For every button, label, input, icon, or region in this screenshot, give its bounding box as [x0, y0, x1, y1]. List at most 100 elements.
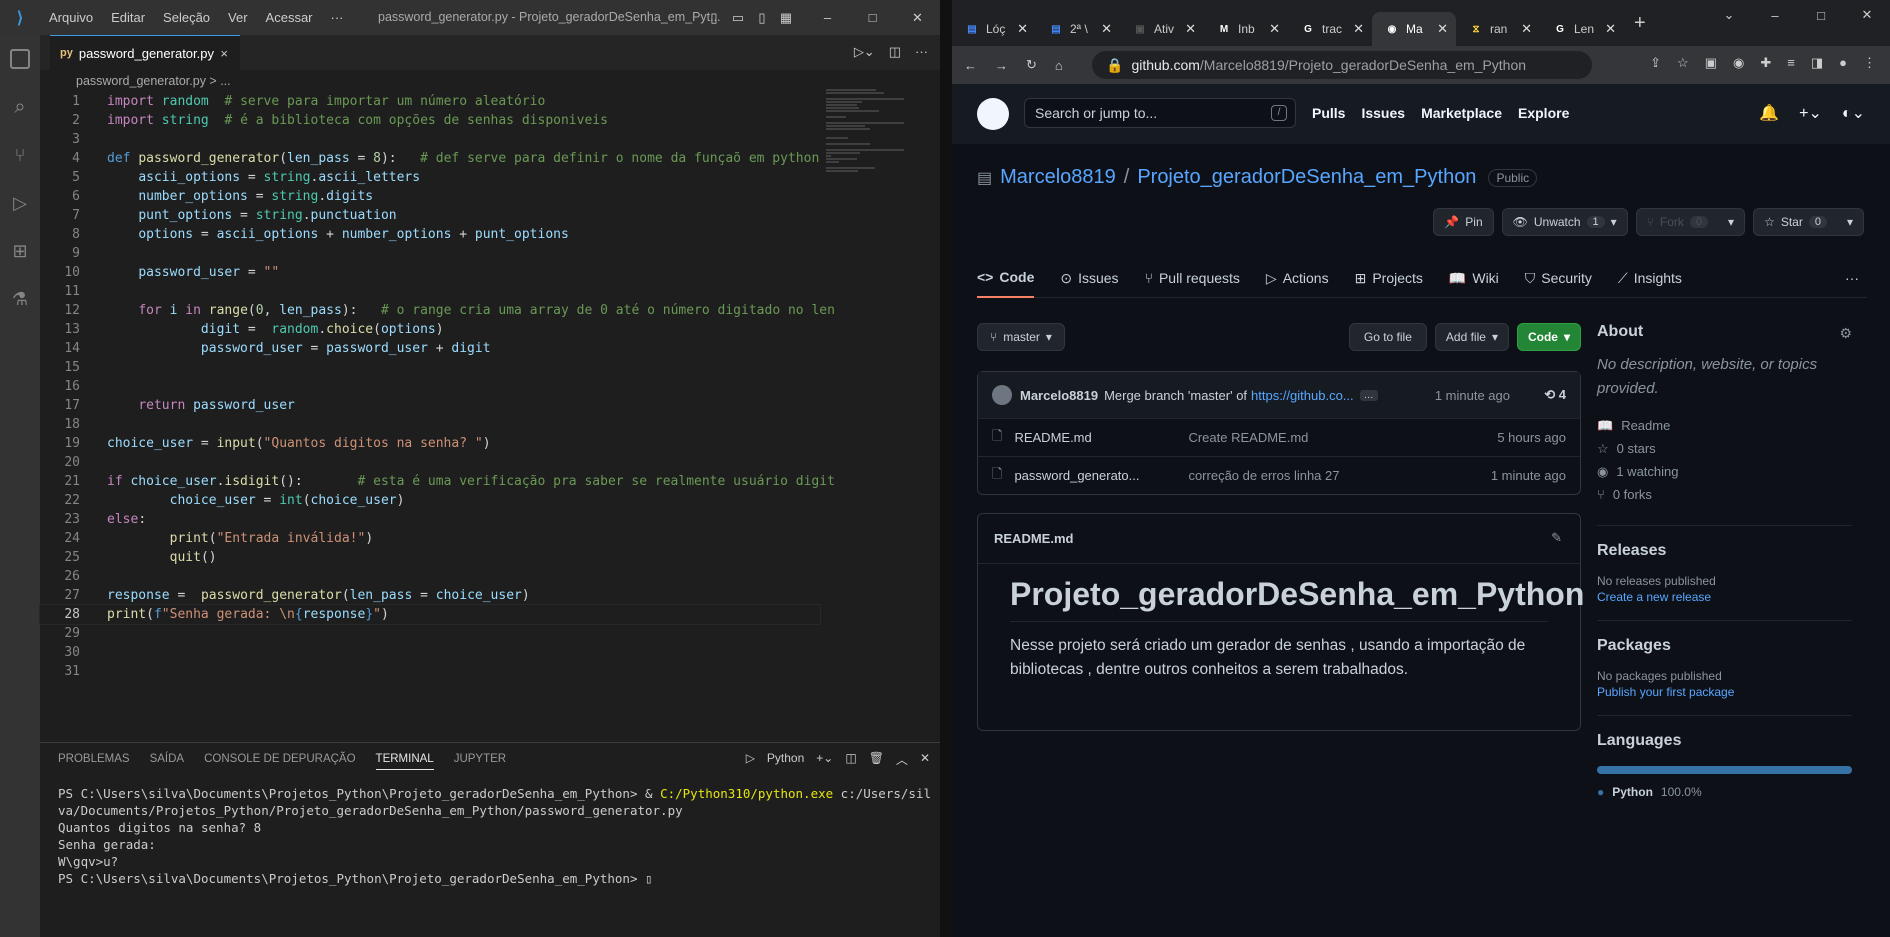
code-line[interactable]: 27 response = password_generator(len_pass… — [40, 586, 820, 605]
source-control-icon[interactable]: ⑂ — [0, 131, 40, 179]
close-tab-icon[interactable]: ✕ — [1269, 21, 1280, 37]
file-commit-msg[interactable]: Create README.md — [1188, 430, 1308, 445]
commit-message[interactable]: Merge branch 'master' of — [1104, 388, 1247, 403]
code-line[interactable]: 4 def password_generator(len_pass = 8): #… — [40, 149, 820, 168]
panel-tab-console[interactable]: CONSOLE DE DEPURAÇÃO — [204, 753, 355, 765]
code-editor[interactable]: 1 import random # serve para importar um … — [39, 92, 835, 742]
file-row[interactable]: 🗋 password_generato... correção de erros… — [978, 456, 1580, 494]
share-icon[interactable]: ⇪ — [1650, 55, 1661, 71]
maximize-icon[interactable]: □ — [850, 10, 895, 25]
browser-tab[interactable]: ◉ Ma ✕ — [1372, 12, 1456, 46]
menu-ver[interactable]: Ver — [219, 10, 257, 25]
code-line[interactable]: 8 options = ascii_options + number_optio… — [40, 225, 820, 244]
pin-button[interactable]: 📌 Pin — [1433, 208, 1494, 236]
code-line[interactable]: 10 password_user = "" — [40, 263, 820, 282]
code-line[interactable]: 23 else: — [40, 510, 820, 529]
code-line[interactable]: 5 ascii_options = string.ascii_letters — [40, 168, 820, 187]
stars-link[interactable]: ☆ 0 stars — [1597, 440, 1852, 457]
url-field[interactable]: 🔒 github.com/Marcelo8819/Projeto_gerador… — [1092, 51, 1592, 79]
home-icon[interactable]: ⌂ — [1055, 58, 1063, 73]
language-item[interactable]: ● Python 100.0% — [1597, 784, 1852, 801]
toggle-sidebar-icon[interactable]: ▯ — [702, 10, 726, 26]
code-line[interactable]: 22 choice_user = int(choice_user) — [40, 491, 820, 510]
close-tab-icon[interactable]: × — [220, 46, 228, 61]
create-new-icon[interactable]: +⌄ — [1799, 103, 1822, 123]
panel-tab-terminal[interactable]: TERMINAL — [375, 753, 434, 770]
close-tab-icon[interactable]: ✕ — [1605, 21, 1616, 37]
browser-tab[interactable]: ⧖ ran ✕ — [1456, 12, 1540, 46]
media-icon[interactable]: ≡ — [1787, 55, 1795, 71]
forks-link[interactable]: ⑂ 0 forks — [1597, 486, 1852, 503]
chrome-menu-icon[interactable]: ⋮ — [1863, 55, 1876, 71]
code-line[interactable]: 11 — [40, 282, 820, 301]
code-line[interactable]: 13 digit = random.choice(options) — [40, 320, 820, 339]
commit-history[interactable]: ⟲ 4 — [1544, 387, 1566, 403]
toggle-secondary-icon[interactable]: ▯ — [750, 10, 774, 26]
code-line[interactable]: 17 return password_user — [40, 396, 820, 415]
extension-1-icon[interactable]: ▣ — [1705, 55, 1717, 71]
reload-icon[interactable]: ↻ — [1026, 57, 1037, 73]
nav-pulls[interactable]: Pulls — [1312, 105, 1345, 121]
tab-wiki[interactable]: 📖 Wiki — [1449, 258, 1499, 298]
tab-pull-requests[interactable]: ⑂ Pull requests — [1145, 258, 1240, 298]
code-line[interactable]: 28 print(f"Senha gerada: \n{response}") — [39, 604, 821, 625]
new-terminal-icon[interactable]: +⌄ — [816, 751, 833, 768]
toggle-panel-icon[interactable]: ▭ — [726, 10, 750, 26]
extensions-icon[interactable]: ⊞ — [0, 227, 40, 275]
close-tab-icon[interactable]: ✕ — [1017, 21, 1028, 37]
more-actions-icon[interactable]: ··· — [915, 44, 928, 60]
code-line[interactable]: 26 — [40, 567, 820, 586]
expand-commit-button[interactable]: … — [1359, 389, 1378, 401]
tab-insights[interactable]: ⟋ Insights — [1618, 258, 1682, 298]
code-line[interactable]: 24 print("Entrada inválida!") — [40, 529, 820, 548]
new-tab-icon[interactable]: + — [1634, 12, 1646, 35]
github-logo-icon[interactable] — [977, 98, 1009, 130]
tab-security[interactable]: ⛉ Security — [1525, 258, 1592, 298]
repo-name-link[interactable]: Projeto_geradorDeSenha_em_Python — [1137, 166, 1476, 189]
menu-arquivo[interactable]: Arquivo — [40, 10, 102, 25]
split-terminal-icon[interactable]: ◫ — [845, 751, 856, 768]
code-line[interactable]: 18 — [40, 415, 820, 434]
publish-package-link[interactable]: Publish your first package — [1597, 685, 1734, 699]
tab-actions[interactable]: ▷ Actions — [1266, 258, 1329, 298]
code-line[interactable]: 30 — [40, 643, 820, 662]
code-line[interactable]: 6 number_options = string.digits — [40, 187, 820, 206]
nav-issues[interactable]: Issues — [1361, 105, 1405, 121]
menu-selecao[interactable]: Seleção — [154, 10, 219, 25]
pencil-icon[interactable]: ✎ — [1551, 530, 1562, 546]
tab-issues[interactable]: ⊙ Issues — [1060, 258, 1118, 298]
browser-tab[interactable]: ▤ Lóç ✕ — [952, 12, 1036, 46]
nav-marketplace[interactable]: Marketplace — [1421, 105, 1502, 121]
terminal-shell-label[interactable]: Python — [767, 751, 804, 768]
back-icon[interactable]: ← — [964, 58, 977, 73]
breadcrumb[interactable]: password_generator.py > ... — [40, 70, 940, 92]
testing-icon[interactable]: ⚗ — [0, 275, 40, 323]
run-file-icon[interactable]: ▷⌄ — [854, 44, 875, 60]
panel-tab-saida[interactable]: SAÍDA — [150, 753, 185, 765]
unwatch-button[interactable]: 👁 Unwatch 1 ▾ — [1501, 208, 1628, 236]
menu-acessar[interactable]: Acessar — [257, 10, 322, 25]
browser-tab[interactable]: M Inb ✕ — [1204, 12, 1288, 46]
commit-author[interactable]: Marcelo8819 — [1020, 388, 1098, 403]
menu-editar[interactable]: Editar — [102, 10, 154, 25]
bookmark-star-icon[interactable]: ☆ — [1677, 55, 1689, 71]
file-commit-msg[interactable]: correção de erros linha 27 — [1188, 468, 1339, 483]
terminal-output[interactable]: PS C:\Users\silva\Documents\Projetos_Pyt… — [40, 775, 940, 897]
browser-tab[interactable]: Gtrac ✕ — [1288, 12, 1372, 46]
fork-button[interactable]: ⑂ Fork 0 ▾ — [1635, 208, 1746, 236]
user-avatar[interactable]: ◐⌄ — [1842, 103, 1865, 123]
repo-owner-link[interactable]: Marcelo8819 — [1000, 166, 1116, 189]
minimize-icon[interactable]: – — [805, 10, 850, 25]
code-line[interactable]: 15 — [40, 358, 820, 377]
more-icon[interactable]: ··· — [1845, 258, 1859, 298]
code-line[interactable]: 19 choice_user = input("Quantos digitos n… — [40, 434, 820, 453]
split-editor-icon[interactable]: ◫ — [889, 44, 901, 60]
readme-header[interactable]: README.md — [978, 514, 1580, 564]
code-line[interactable]: 20 — [40, 453, 820, 472]
extension-2-icon[interactable]: ◉ — [1733, 55, 1744, 71]
layout-icon[interactable]: ▦ — [774, 10, 798, 26]
file-name[interactable]: password_generato... — [1014, 468, 1162, 483]
code-line[interactable]: 16 — [40, 377, 820, 396]
commit-time[interactable]: 1 minute ago — [1435, 388, 1510, 403]
code-line[interactable]: 31 — [40, 662, 820, 681]
